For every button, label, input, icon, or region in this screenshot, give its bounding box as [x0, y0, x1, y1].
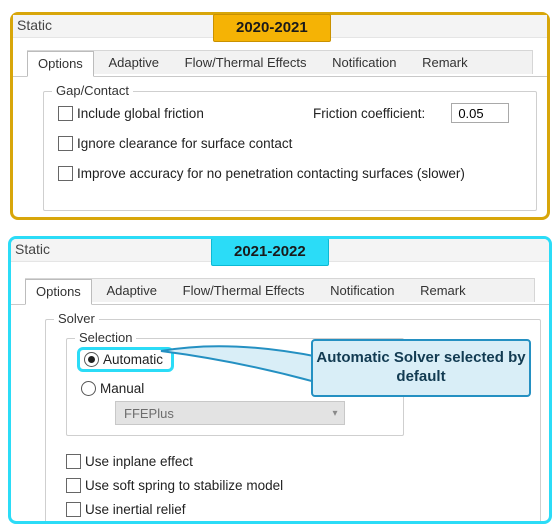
tab-flow-thermal[interactable]: Flow/Thermal Effects [174, 50, 318, 75]
tab-options[interactable]: Options [25, 279, 92, 305]
chk-ignore-clearance[interactable] [58, 136, 73, 151]
panel1-tab-strip: Options Adaptive Flow/Thermal Effects No… [13, 50, 547, 77]
solver-dropdown-value: FFEPlus [124, 406, 174, 421]
chk-inertial-relief-label: Use inertial relief [85, 502, 186, 517]
callout-text: Automatic Solver selected by default [313, 349, 529, 387]
radio-automatic-label: Automatic [103, 352, 163, 367]
chk-inplane-effect[interactable] [66, 454, 81, 469]
group-selection-label: Selection [75, 330, 136, 345]
tab-remark[interactable]: Remark [409, 278, 477, 303]
callout-tail-icon [159, 339, 329, 399]
chk-soft-spring[interactable] [66, 478, 81, 493]
tab-adaptive[interactable]: Adaptive [95, 278, 168, 303]
radio-automatic[interactable] [84, 352, 99, 367]
tab-options[interactable]: Options [27, 51, 94, 77]
panel1-title-bar: Static 2020-2021 [13, 15, 547, 38]
chk-improve-accuracy-label: Improve accuracy for no penetration cont… [77, 166, 465, 181]
panel1-title: Static [17, 17, 52, 33]
year-badge-2020: 2020-2021 [213, 14, 331, 42]
panel2-title: Static [15, 241, 50, 257]
solver-dropdown[interactable]: FFEPlus ▾ [115, 401, 345, 425]
friction-coef-label: Friction coefficient: [313, 106, 425, 121]
panel-2021-2022: Static 2021-2022 Options Adaptive Flow/T… [8, 236, 552, 524]
friction-coef-input[interactable] [451, 103, 509, 123]
chevron-down-icon: ▾ [326, 408, 344, 419]
panel-2020-2021: Static 2020-2021 Options Adaptive Flow/T… [10, 12, 550, 220]
callout-automatic-solver: Automatic Solver selected by default [311, 339, 531, 397]
chk-improve-accuracy[interactable] [58, 166, 73, 181]
chk-inplane-effect-label: Use inplane effect [85, 454, 193, 469]
panel2-tab-strip: Options Adaptive Flow/Thermal Effects No… [11, 278, 549, 305]
chk-soft-spring-label: Use soft spring to stabilize model [85, 478, 283, 493]
tab-notification[interactable]: Notification [319, 278, 405, 303]
year-badge-2021: 2021-2022 [211, 238, 329, 266]
radio-manual[interactable] [81, 381, 96, 396]
chk-global-friction[interactable] [58, 106, 73, 121]
chk-inertial-relief[interactable] [66, 502, 81, 517]
tab-flow-thermal[interactable]: Flow/Thermal Effects [172, 278, 316, 303]
group-gap-contact-label: Gap/Contact [52, 83, 133, 98]
group-gap-contact: Gap/Contact Include global friction Fric… [43, 91, 537, 211]
tab-remark[interactable]: Remark [411, 50, 479, 75]
panel2-title-bar: Static 2021-2022 [11, 239, 549, 262]
chk-ignore-clearance-label: Ignore clearance for surface contact [77, 136, 292, 151]
radio-manual-label: Manual [100, 381, 144, 396]
group-solver-label: Solver [54, 311, 99, 326]
tab-adaptive[interactable]: Adaptive [97, 50, 170, 75]
chk-global-friction-label: Include global friction [77, 106, 287, 121]
tab-notification[interactable]: Notification [321, 50, 407, 75]
